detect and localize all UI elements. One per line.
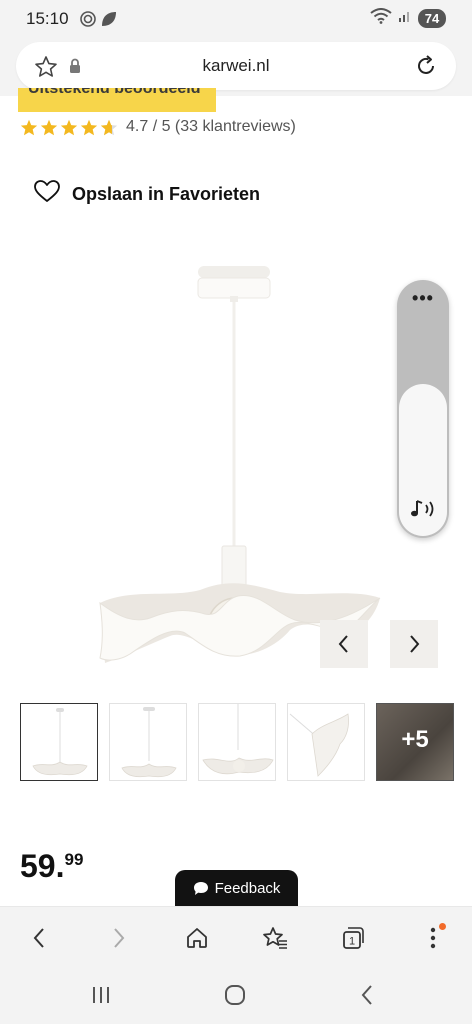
carousel-previous-button[interactable] <box>320 620 368 668</box>
rating-badge: Uitstekend beoordeeld <box>18 88 216 112</box>
more-dots-icon[interactable]: ••• <box>397 288 449 309</box>
star-partial-icon <box>100 119 118 135</box>
chevron-left-icon <box>338 635 348 653</box>
reload-icon[interactable] <box>414 54 438 83</box>
tabs-button[interactable]: 1 <box>338 923 368 953</box>
battery-indicator: 74 <box>418 9 446 28</box>
address-bar[interactable]: karwei.nl <box>16 42 456 90</box>
star-full-icon <box>60 119 78 135</box>
home-button[interactable] <box>182 923 212 953</box>
save-favorite-label: Opslaan in Favorieten <box>72 183 261 204</box>
rating-badge-text: Uitstekend beoordeeld <box>28 88 201 97</box>
star-full-icon <box>40 119 58 135</box>
more-vertical-icon <box>430 927 436 949</box>
product-image[interactable] <box>90 258 390 678</box>
thumbnail-more-label: +5 <box>401 726 429 753</box>
carousel-next-button[interactable] <box>390 620 438 668</box>
tabs-icon: 1 <box>343 927 364 949</box>
save-favorite-button[interactable]: Opslaan in Favorieten <box>34 180 260 208</box>
bookmarks-star-icon <box>263 927 287 949</box>
product-rating[interactable]: 4.7 / 5 (33 klantreviews) <box>20 118 296 136</box>
status-time: 15:10 <box>26 9 69 28</box>
thumbnail-1[interactable] <box>20 703 98 781</box>
status-bar: 15:10 74 <box>0 0 472 38</box>
star-full-icon <box>80 119 98 135</box>
notification-icons <box>80 10 120 33</box>
thumbnail-2[interactable] <box>109 703 187 781</box>
back-arrow-icon <box>33 928 44 948</box>
back-nav-icon <box>361 985 372 1005</box>
url-text[interactable]: karwei.nl <box>16 56 456 76</box>
thumbnail-more[interactable]: +5 <box>376 703 454 781</box>
star-full-icon <box>20 119 38 135</box>
back-nav-button[interactable] <box>352 982 382 1008</box>
rating-stars <box>20 119 118 136</box>
bookmarks-button[interactable] <box>260 923 290 953</box>
recent-apps-icon <box>93 987 109 1003</box>
back-button[interactable] <box>24 923 54 953</box>
thumbnail-strip: +5 <box>20 703 454 781</box>
system-navigation-bar <box>0 966 472 1024</box>
heart-icon <box>34 180 60 208</box>
sound-icon[interactable] <box>409 497 437 526</box>
price-cents: 99 <box>64 850 84 869</box>
menu-button[interactable] <box>418 923 448 953</box>
browser-toolbar: 1 <box>0 906 472 966</box>
floating-volume-widget[interactable]: ••• <box>397 280 449 538</box>
chat-bubble-icon <box>193 881 208 895</box>
signal-icon <box>398 9 412 28</box>
rating-text[interactable]: 4.7 / 5 (33 klantreviews) <box>126 118 296 136</box>
feedback-button[interactable]: Feedback <box>175 870 298 906</box>
forward-button[interactable] <box>104 923 134 953</box>
price-main: 59. <box>20 848 65 884</box>
home-nav-icon <box>225 985 245 1005</box>
wifi-icon <box>370 8 392 29</box>
home-nav-button[interactable] <box>220 982 250 1008</box>
home-icon <box>187 928 207 948</box>
svg-text:1: 1 <box>349 936 355 948</box>
product-price: 59.99 <box>20 848 83 885</box>
feedback-label: Feedback <box>214 879 281 897</box>
notification-dot <box>439 923 446 930</box>
chevron-right-icon <box>410 635 420 653</box>
thumbnail-4[interactable] <box>287 703 365 781</box>
recent-apps-button[interactable] <box>86 982 116 1008</box>
thumbnail-3[interactable] <box>198 703 276 781</box>
forward-arrow-icon <box>114 928 125 948</box>
